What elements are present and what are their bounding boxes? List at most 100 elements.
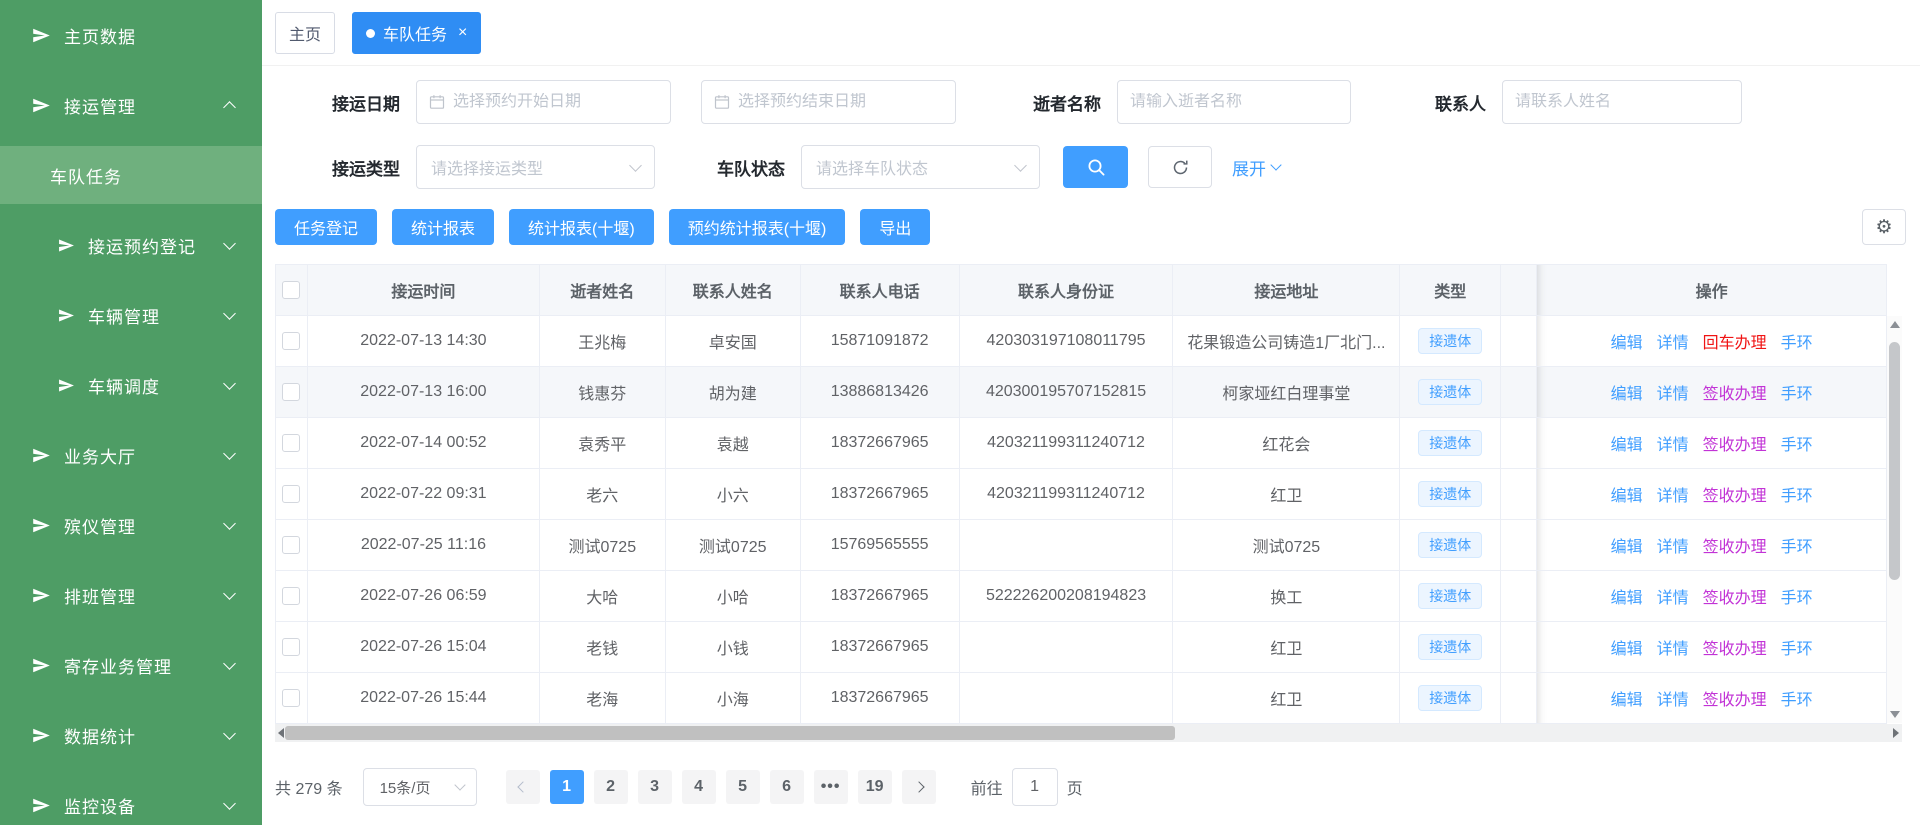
row-checkbox[interactable] xyxy=(282,638,300,656)
sidebar-item-7[interactable]: 殡仪管理 xyxy=(0,490,262,560)
sidebar-item-6[interactable]: 业务大厅 xyxy=(0,420,262,490)
action-detail-link[interactable]: 详情 xyxy=(1657,329,1689,353)
sidebar-item-10[interactable]: 数据统计 xyxy=(0,700,262,770)
cell-select xyxy=(276,571,308,622)
page-button-3[interactable]: 3 xyxy=(638,770,672,804)
row-checkbox[interactable] xyxy=(282,485,300,503)
sidebar-item-9[interactable]: 寄存业务管理 xyxy=(0,630,262,700)
row-checkbox[interactable] xyxy=(282,536,300,554)
sidebar-item-8[interactable]: 排班管理 xyxy=(0,560,262,630)
action-process-link[interactable]: 签收办理 xyxy=(1703,431,1767,455)
action-wristband-link[interactable]: 手环 xyxy=(1781,482,1813,506)
sidebar-item-0[interactable]: 主页数据 xyxy=(0,0,262,70)
row-checkbox[interactable] xyxy=(282,689,300,707)
row-checkbox[interactable] xyxy=(282,332,300,350)
fleet-status-select[interactable]: 请选择车队状态 xyxy=(801,145,1040,189)
horizontal-scrollbar[interactable] xyxy=(275,724,1902,742)
date-start-input[interactable] xyxy=(416,80,671,124)
action-wristband-link[interactable]: 手环 xyxy=(1781,686,1813,710)
action-process-link[interactable]: 回车办理 xyxy=(1703,329,1767,353)
deceased-name-field[interactable] xyxy=(1130,93,1338,111)
page-button-4[interactable]: 4 xyxy=(682,770,716,804)
action-process-link[interactable]: 签收办理 xyxy=(1703,635,1767,659)
action-detail-link[interactable]: 详情 xyxy=(1657,584,1689,608)
toolbar-button-0[interactable]: 任务登记 xyxy=(275,209,377,245)
toolbar-button-1[interactable]: 统计报表 xyxy=(392,209,494,245)
action-detail-link[interactable]: 详情 xyxy=(1657,431,1689,455)
expand-toggle[interactable]: 展开 xyxy=(1232,155,1280,180)
toolbar-button-3[interactable]: 预约统计报表(十堰) xyxy=(669,209,846,245)
action-edit-link[interactable]: 编辑 xyxy=(1611,329,1643,353)
toolbar-button-4[interactable]: 导出 xyxy=(860,209,930,245)
prev-page-button[interactable] xyxy=(506,770,540,804)
page-button-19[interactable]: 19 xyxy=(858,770,892,804)
sidebar-item-11[interactable]: 监控设备 xyxy=(0,770,262,825)
contact-input[interactable] xyxy=(1502,80,1742,124)
vertical-scrollbar-thumb[interactable] xyxy=(1889,342,1900,580)
sidebar-item-4[interactable]: 车辆管理 xyxy=(0,280,262,350)
scroll-left-arrow-icon[interactable] xyxy=(278,728,284,738)
action-detail-link[interactable]: 详情 xyxy=(1657,635,1689,659)
action-edit-link[interactable]: 编辑 xyxy=(1611,635,1643,659)
tab-1[interactable]: 车队任务× xyxy=(352,12,481,54)
date-end-field[interactable] xyxy=(738,93,943,111)
action-wristband-link[interactable]: 手环 xyxy=(1781,584,1813,608)
next-page-button[interactable] xyxy=(902,770,936,804)
action-wristband-link[interactable]: 手环 xyxy=(1781,380,1813,404)
scroll-down-arrow-icon[interactable] xyxy=(1890,711,1900,718)
deceased-name-input[interactable] xyxy=(1117,80,1351,124)
close-icon[interactable]: × xyxy=(458,25,467,41)
scroll-up-arrow-icon[interactable] xyxy=(1890,321,1900,328)
action-edit-link[interactable]: 编辑 xyxy=(1611,380,1643,404)
vertical-scrollbar[interactable] xyxy=(1887,316,1902,723)
date-end-input[interactable] xyxy=(701,80,956,124)
action-process-link[interactable]: 签收办理 xyxy=(1703,584,1767,608)
refresh-button[interactable] xyxy=(1148,146,1212,188)
action-process-link[interactable]: 签收办理 xyxy=(1703,533,1767,557)
page-button-1[interactable]: 1 xyxy=(550,770,584,804)
action-edit-link[interactable]: 编辑 xyxy=(1611,686,1643,710)
contact-field[interactable] xyxy=(1515,93,1729,111)
sidebar-item-5[interactable]: 车辆调度 xyxy=(0,350,262,420)
settings-button[interactable]: ⚙ xyxy=(1862,209,1906,245)
horizontal-scrollbar-thumb[interactable] xyxy=(285,726,1175,740)
goto-page-input[interactable] xyxy=(1012,768,1058,806)
sidebar-item-2[interactable]: 车队任务 xyxy=(0,146,262,204)
toolbar-button-2[interactable]: 统计报表(十堰) xyxy=(509,209,654,245)
action-edit-link[interactable]: 编辑 xyxy=(1611,482,1643,506)
table-row-1: 2022-07-13 16:00钱惠芬胡为建138868134264203001… xyxy=(276,367,1886,418)
sidebar-item-3[interactable]: 接运预约登记 xyxy=(0,210,262,280)
page-ellipsis[interactable]: ••• xyxy=(814,770,848,804)
page-button-6[interactable]: 6 xyxy=(770,770,804,804)
action-edit-link[interactable]: 编辑 xyxy=(1611,533,1643,557)
scroll-right-arrow-icon[interactable] xyxy=(1893,728,1899,738)
sidebar-item-label: 排班管理 xyxy=(64,583,225,608)
action-detail-link[interactable]: 详情 xyxy=(1657,533,1689,557)
action-wristband-link[interactable]: 手环 xyxy=(1781,635,1813,659)
page-button-2[interactable]: 2 xyxy=(594,770,628,804)
action-wristband-link[interactable]: 手环 xyxy=(1781,533,1813,557)
action-edit-link[interactable]: 编辑 xyxy=(1611,584,1643,608)
row-checkbox[interactable] xyxy=(282,383,300,401)
action-detail-link[interactable]: 详情 xyxy=(1657,482,1689,506)
action-edit-link[interactable]: 编辑 xyxy=(1611,431,1643,455)
date-start-field[interactable] xyxy=(453,93,658,111)
action-process-link[interactable]: 签收办理 xyxy=(1703,686,1767,710)
select-all-checkbox[interactable] xyxy=(282,281,300,299)
search-button[interactable] xyxy=(1063,146,1128,188)
tab-0[interactable]: 主页 xyxy=(275,12,335,54)
action-process-link[interactable]: 签收办理 xyxy=(1703,482,1767,506)
action-wristband-link[interactable]: 手环 xyxy=(1781,431,1813,455)
row-checkbox[interactable] xyxy=(282,587,300,605)
pickup-type-select[interactable]: 请选择接运类型 xyxy=(416,145,655,189)
action-detail-link[interactable]: 详情 xyxy=(1657,686,1689,710)
cell-gap xyxy=(1501,622,1537,673)
action-process-link[interactable]: 签收办理 xyxy=(1703,380,1767,404)
page-button-5[interactable]: 5 xyxy=(726,770,760,804)
sidebar-item-1[interactable]: 接运管理 xyxy=(0,70,262,140)
action-detail-link[interactable]: 详情 xyxy=(1657,380,1689,404)
page-size-select[interactable]: 15条/页 xyxy=(363,768,477,806)
action-wristband-link[interactable]: 手环 xyxy=(1781,329,1813,353)
chevron-down-icon xyxy=(1270,159,1281,170)
row-checkbox[interactable] xyxy=(282,434,300,452)
